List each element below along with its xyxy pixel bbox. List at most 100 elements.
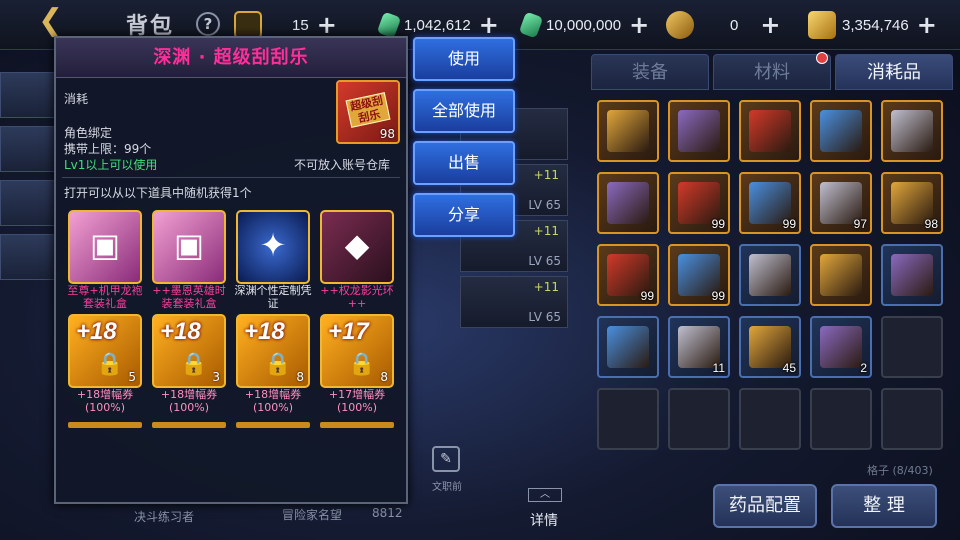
help-button[interactable]: ? bbox=[196, 12, 220, 36]
add-gold-button[interactable]: + bbox=[917, 13, 937, 37]
reward-item-icon[interactable]: ◆ bbox=[320, 210, 394, 284]
reward-item-icon[interactable]: +18 🔒 5 bbox=[68, 314, 142, 388]
share-button[interactable]: 分享 bbox=[413, 193, 515, 237]
sort-button[interactable]: 整 理 bbox=[831, 484, 937, 528]
slot-qty: 99 bbox=[711, 217, 725, 231]
inventory-slot[interactable] bbox=[810, 388, 872, 450]
reward-qty: 3 bbox=[212, 370, 220, 384]
reward-label: +18增幅券(100%) bbox=[244, 388, 302, 414]
reward-item-icon[interactable]: +18 🔒 8 bbox=[236, 314, 310, 388]
tab-consumables[interactable]: 消耗品 bbox=[835, 54, 953, 90]
inventory-slot[interactable]: 2 bbox=[810, 316, 872, 378]
inventory-slot[interactable] bbox=[810, 244, 872, 306]
random-desc: 打开可以从以下道具中随机获得1个 bbox=[64, 186, 252, 200]
chevron-up-icon[interactable]: ︿ bbox=[528, 488, 562, 502]
coin-token-icon bbox=[234, 11, 262, 39]
item-art-icon bbox=[749, 254, 791, 296]
item-art-icon bbox=[820, 254, 862, 296]
inventory-slot[interactable] bbox=[668, 388, 730, 450]
inventory-slot[interactable]: 99 bbox=[597, 244, 659, 306]
token-count: 15 bbox=[292, 16, 309, 34]
char-plus: +11 bbox=[533, 280, 559, 294]
char-plus: +11 bbox=[533, 224, 559, 238]
notification-dot bbox=[816, 52, 828, 64]
reward-label: ++墨恩英雄时装套装礼盒 bbox=[152, 284, 226, 310]
item-no-store: 不可放入账号仓库 bbox=[294, 158, 391, 172]
inventory-slot[interactable]: 99 bbox=[668, 172, 730, 234]
inventory-slot[interactable] bbox=[881, 316, 943, 378]
gold-ticket-icon bbox=[666, 11, 694, 39]
add-crystal-button[interactable]: + bbox=[479, 13, 499, 37]
green-crystal-icon bbox=[376, 11, 402, 39]
item-art-icon bbox=[891, 254, 933, 296]
char-level: LV 65 bbox=[528, 254, 561, 268]
use-all-button[interactable]: 全部使用 bbox=[413, 89, 515, 133]
reward-row-peek bbox=[68, 422, 142, 428]
add-ticket-button[interactable]: + bbox=[760, 13, 780, 37]
reward-art-icon: ▣ bbox=[89, 226, 121, 264]
add-tokens-button[interactable]: + bbox=[317, 13, 337, 37]
item-level-req: Lv1以上可以使用 bbox=[64, 158, 158, 172]
reward-item-icon[interactable]: ✦ bbox=[236, 210, 310, 284]
inventory-slot[interactable]: 97 bbox=[810, 172, 872, 234]
back-arrow-icon[interactable]: ❮ bbox=[38, 6, 82, 36]
inventory-slot[interactable] bbox=[881, 388, 943, 450]
sidebar-tab-3[interactable] bbox=[0, 180, 56, 226]
lock-icon: 🔒 bbox=[96, 352, 124, 377]
item-qty: 98 bbox=[379, 127, 395, 141]
ticket-count: 0 bbox=[730, 16, 739, 34]
gold-count: 3,354,746 bbox=[842, 16, 909, 34]
inventory-slot[interactable]: 99 bbox=[668, 244, 730, 306]
reward-art-icon: ◆ bbox=[344, 226, 370, 264]
inventory-panel: 装备 材料 消耗品 99 99 97 98 99 99 11 45 2 格子 (8/403) 药… bbox=[585, 46, 960, 540]
reward-row-peek bbox=[236, 422, 310, 428]
reward-label: +18增幅券(100%) bbox=[160, 388, 218, 414]
inventory-slot[interactable] bbox=[668, 100, 730, 162]
reward-qty: 8 bbox=[296, 370, 304, 384]
inventory-slot[interactable]: 11 bbox=[668, 316, 730, 378]
tab-materials[interactable]: 材料 bbox=[713, 54, 831, 90]
item-art-icon bbox=[820, 326, 862, 368]
edit-label: 文职前 bbox=[432, 482, 462, 493]
inventory-slot[interactable] bbox=[739, 100, 801, 162]
slot-qty: 97 bbox=[853, 217, 867, 231]
inventory-slot[interactable]: 99 bbox=[739, 172, 801, 234]
item-art-icon bbox=[607, 110, 649, 152]
inventory-slot[interactable] bbox=[739, 388, 801, 450]
slot-qty: 99 bbox=[640, 289, 654, 303]
fame-label: 冒险家名望 bbox=[282, 508, 343, 522]
inventory-slot[interactable] bbox=[597, 100, 659, 162]
sidebar-tab-4[interactable] bbox=[0, 234, 56, 280]
slot-qty: 11 bbox=[712, 361, 725, 375]
reward-item-icon[interactable]: ▣ bbox=[152, 210, 226, 284]
inventory-slot[interactable] bbox=[810, 100, 872, 162]
sell-button[interactable]: 出售 bbox=[413, 141, 515, 185]
char-card[interactable]: +11 LV 65 bbox=[460, 276, 568, 328]
inventory-slot[interactable] bbox=[597, 172, 659, 234]
inventory-slot[interactable] bbox=[739, 244, 801, 306]
currency-crystal-2: 10,000,000 + bbox=[518, 10, 649, 40]
inventory-slot[interactable] bbox=[597, 316, 659, 378]
inventory-slot[interactable]: 98 bbox=[881, 172, 943, 234]
item-bind: 角色绑定 bbox=[64, 126, 113, 140]
inventory-slot[interactable] bbox=[881, 100, 943, 162]
tab-equipment[interactable]: 装备 bbox=[591, 54, 709, 90]
edit-icon[interactable]: ✎ bbox=[432, 446, 460, 472]
inventory-slot[interactable] bbox=[881, 244, 943, 306]
crystal-2-count: 10,000,000 bbox=[546, 16, 622, 34]
green-crystal-icon bbox=[518, 11, 544, 39]
item-art-icon bbox=[820, 110, 862, 152]
potion-config-button[interactable]: 药品配置 bbox=[713, 484, 817, 528]
detail-button[interactable]: 详情 bbox=[530, 510, 558, 530]
reward-item-icon[interactable]: ▣ bbox=[68, 210, 142, 284]
add-crystal-2-button[interactable]: + bbox=[629, 13, 649, 37]
reward-art-icon: ✦ bbox=[259, 226, 287, 264]
inventory-slot[interactable] bbox=[597, 388, 659, 450]
sidebar-tab-1[interactable] bbox=[0, 72, 56, 118]
sidebar-tab-2[interactable] bbox=[0, 126, 56, 172]
use-button[interactable]: 使用 bbox=[413, 37, 515, 81]
inventory-slot[interactable]: 45 bbox=[739, 316, 801, 378]
reward-item-icon[interactable]: +18 🔒 3 bbox=[152, 314, 226, 388]
crystal-count: 1,042,612 bbox=[404, 16, 471, 34]
reward-item-icon[interactable]: +17 🔒 8 bbox=[320, 314, 394, 388]
